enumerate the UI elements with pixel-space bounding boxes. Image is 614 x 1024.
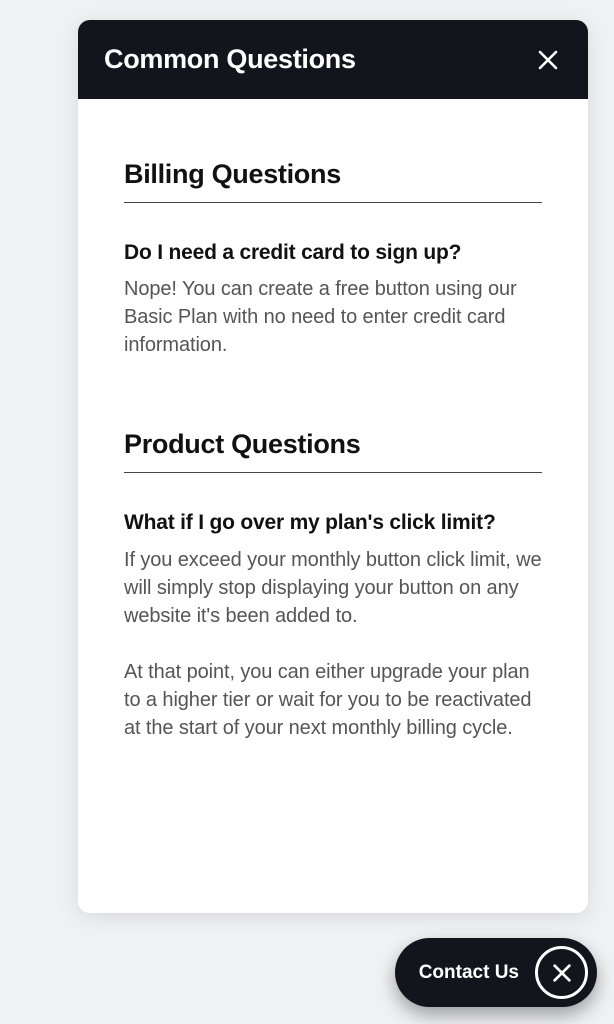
panel-header: Common Questions [78,20,588,99]
faq-item: Do I need a credit card to sign up? Nope… [124,239,542,359]
faq-section-billing: Billing Questions Do I need a credit car… [124,159,542,359]
faq-question: What if I go over my plan's click limit? [124,509,542,537]
faq-section-product: Product Questions What if I go over my p… [124,429,542,741]
panel-body: Billing Questions Do I need a credit car… [78,99,588,913]
faq-item: What if I go over my plan's click limit?… [124,509,542,741]
contact-us-label: Contact Us [419,962,519,984]
panel-title: Common Questions [104,44,356,75]
contact-us-button[interactable]: Contact Us [395,938,597,1007]
faq-panel: Common Questions Billing Questions Do I … [78,20,588,913]
close-icon[interactable] [535,946,588,999]
faq-answer: Nope! You can create a free button using… [124,275,542,359]
section-title: Product Questions [124,429,542,473]
faq-answer: If you exceed your monthly button click … [124,546,542,742]
section-title: Billing Questions [124,159,542,203]
close-icon[interactable] [534,46,562,74]
faq-question: Do I need a credit card to sign up? [124,239,542,267]
